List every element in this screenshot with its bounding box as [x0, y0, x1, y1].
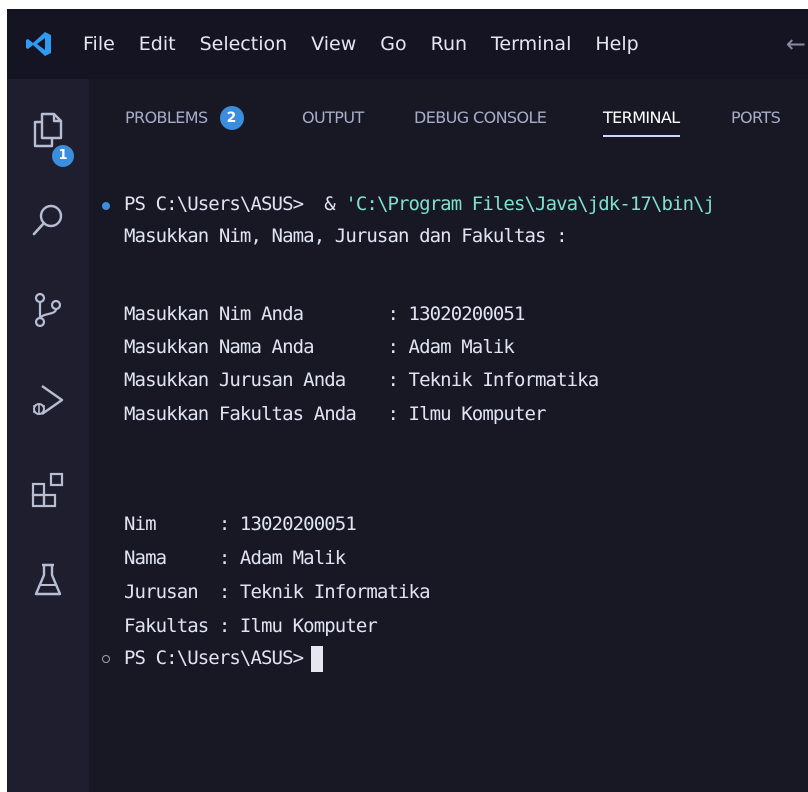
menu-file[interactable]: File: [71, 9, 127, 79]
output-line: Masukkan Jurusan Anda : Teknik Informati…: [124, 369, 599, 391]
menu-view[interactable]: View: [299, 9, 368, 79]
back-arrow-icon[interactable]: ←: [786, 9, 806, 79]
tab-terminal-label: TERMINAL: [603, 108, 680, 127]
command-line: PS C:\Users\ASUS> & 'C:\Program Files\Ja…: [124, 187, 715, 221]
menu-selection[interactable]: Selection: [188, 9, 300, 79]
prompt: PS C:\Users\ASUS>: [124, 193, 314, 215]
menu-bar: File Edit Selection View Go Run Terminal…: [71, 9, 651, 79]
terminal-cursor: [311, 645, 324, 672]
tab-debug-console[interactable]: DEBUG CONSOLE: [414, 79, 547, 157]
vscode-window: File Edit Selection View Go Run Terminal…: [7, 9, 808, 792]
output-line: Jurusan : Teknik Informatika: [124, 581, 431, 603]
menu-go[interactable]: Go: [368, 9, 418, 79]
flask-icon: [31, 561, 65, 603]
output-line: Fakultas : Ilmu Komputer: [124, 615, 378, 637]
tab-problems[interactable]: PROBLEMS 2: [125, 79, 244, 157]
command-success-dot-icon: [102, 202, 110, 210]
source-control-button[interactable]: [7, 277, 89, 347]
tab-output[interactable]: OUTPUT: [302, 79, 364, 157]
source-control-icon: [31, 291, 65, 333]
output-line: Masukkan Fakultas Anda : Ilmu Komputer: [124, 403, 546, 425]
command-operator: &: [313, 193, 346, 215]
run-debug-icon: [28, 380, 68, 424]
menu-help[interactable]: Help: [583, 9, 650, 79]
tab-output-label: OUTPUT: [302, 108, 364, 127]
search-button[interactable]: [7, 187, 89, 257]
tab-problems-label: PROBLEMS: [125, 108, 208, 127]
output-line: Nama : Adam Malik: [124, 547, 346, 569]
tab-terminal[interactable]: TERMINAL: [603, 79, 680, 157]
prompt: PS C:\Users\ASUS>: [124, 647, 304, 669]
output-line: Masukkan Nama Anda : Adam Malik: [124, 336, 515, 358]
menu-edit[interactable]: Edit: [127, 9, 188, 79]
command-pending-dot-icon: [102, 655, 110, 663]
menu-run[interactable]: Run: [419, 9, 479, 79]
tab-debug-console-label: DEBUG CONSOLE: [414, 108, 547, 127]
menu-terminal[interactable]: Terminal: [479, 9, 583, 79]
vscode-logo-icon[interactable]: [7, 9, 71, 79]
bottom-panel: PROBLEMS 2 OUTPUT DEBUG CONSOLE TERMINAL…: [89, 79, 808, 792]
testing-button[interactable]: [7, 547, 89, 617]
output-line: Nim : 13020200051: [124, 513, 357, 535]
explorer-button[interactable]: 1: [7, 97, 89, 167]
current-prompt-line[interactable]: PS C:\Users\ASUS>: [124, 641, 324, 675]
explorer-badge: 1: [52, 145, 74, 167]
title-bar: File Edit Selection View Go Run Terminal…: [7, 9, 808, 79]
tab-ports-label: PORTS: [731, 108, 781, 127]
search-icon: [29, 201, 67, 243]
problems-count-badge: 2: [219, 106, 244, 130]
output-line: Masukkan Nim, Nama, Jurusan dan Fakultas…: [124, 225, 568, 247]
panel-tabs: PROBLEMS 2 OUTPUT DEBUG CONSOLE TERMINAL…: [89, 79, 808, 157]
activity-bar: 1: [7, 79, 89, 792]
output-line: Masukkan Nim Anda : 13020200051: [124, 303, 525, 325]
extensions-icon: [29, 471, 67, 513]
command-path: 'C:\Program Files\Java\jdk-17\bin\j: [345, 193, 715, 215]
tab-ports[interactable]: PORTS: [731, 79, 781, 157]
run-debug-button[interactable]: [7, 367, 89, 437]
extensions-button[interactable]: [7, 457, 89, 527]
